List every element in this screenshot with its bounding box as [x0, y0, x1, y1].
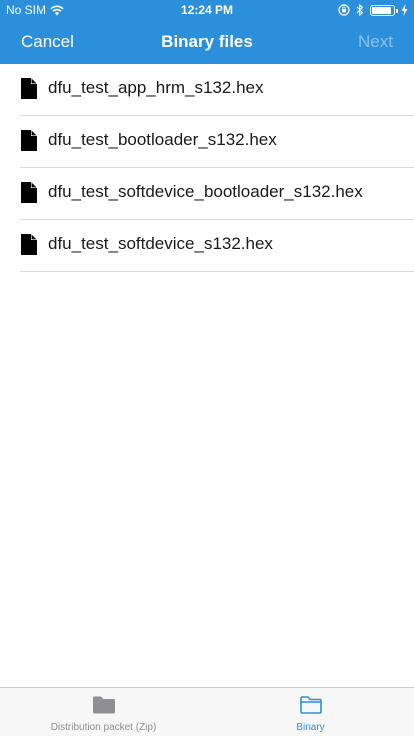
status-bar: No SIM 12:24 PM [0, 0, 414, 20]
document-icon [21, 78, 37, 99]
screen: No SIM 12:24 PM Cancel Binary files Next… [0, 0, 414, 736]
nav-bar: Cancel Binary files Next [0, 20, 414, 64]
document-icon [21, 130, 37, 151]
battery-icon [370, 4, 398, 16]
folder-outline-icon [300, 696, 322, 714]
file-row-bootloader[interactable]: dfu_test_bootloader_s132.hex [0, 116, 414, 168]
status-right [338, 0, 408, 20]
row-separator [20, 271, 414, 272]
document-icon [21, 182, 37, 203]
document-icon [21, 234, 37, 255]
tab-binary[interactable]: Binary [207, 688, 414, 736]
next-button[interactable]: Next [358, 20, 393, 64]
file-name: dfu_test_app_hrm_s132.hex [48, 78, 264, 97]
tab-label: Distribution packet (Zip) [50, 722, 157, 733]
file-name: dfu_test_softdevice_bootloader_s132.hex [48, 182, 363, 201]
battery-fill [372, 6, 391, 14]
orientation-lock-icon [338, 4, 350, 16]
bluetooth-icon [356, 4, 364, 16]
tab-distribution-packet[interactable]: Distribution packet (Zip) [0, 688, 207, 736]
page-title: Binary files [161, 32, 253, 51]
file-row-softdevice-bootloader[interactable]: dfu_test_softdevice_bootloader_s132.hex [0, 168, 414, 220]
charging-bolt-icon [401, 4, 408, 16]
header: No SIM 12:24 PM Cancel Binary files Next [0, 0, 414, 64]
file-list: dfu_test_app_hrm_s132.hex dfu_test_bootl… [0, 64, 414, 272]
file-row-softdevice[interactable]: dfu_test_softdevice_s132.hex [0, 220, 414, 272]
folder-filled-icon [93, 696, 115, 714]
tab-bar: Distribution packet (Zip) Binary [0, 687, 414, 736]
file-name: dfu_test_bootloader_s132.hex [48, 130, 277, 149]
file-name: dfu_test_softdevice_s132.hex [48, 234, 273, 253]
battery-cap [396, 8, 398, 13]
tab-label: Binary [296, 722, 325, 733]
file-row-app-hrm[interactable]: dfu_test_app_hrm_s132.hex [0, 64, 414, 116]
